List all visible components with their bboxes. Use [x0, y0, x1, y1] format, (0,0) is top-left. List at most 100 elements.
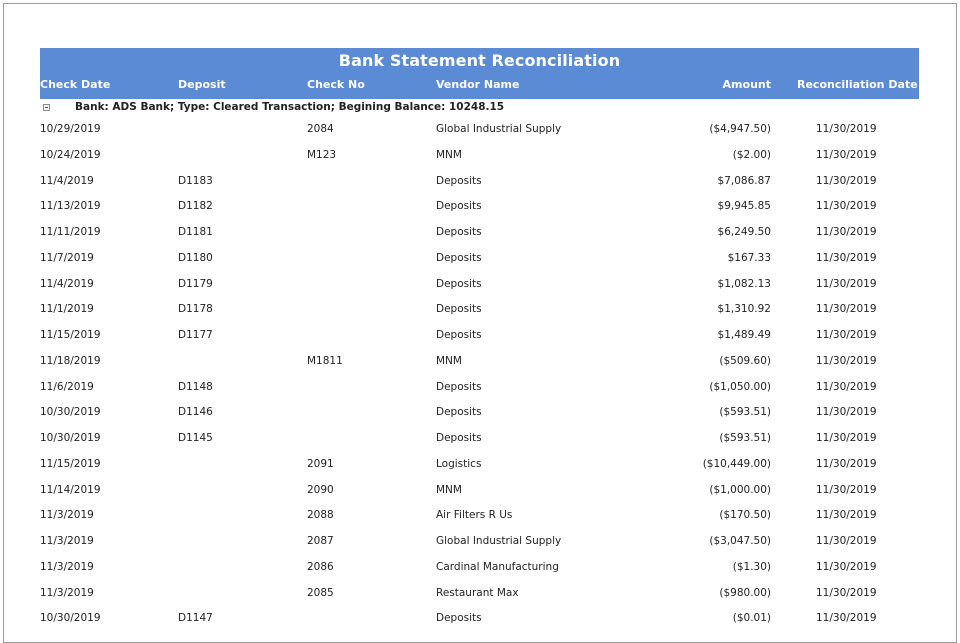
cell-amount: ($593.51): [719, 406, 771, 419]
cell-check-date: 11/1/2019: [40, 303, 94, 316]
table-row: 11/3/2019 2088 Air Filters R Us ($170.50) 11…: [40, 503, 919, 529]
cell-check-date: 11/15/2019: [40, 457, 101, 470]
cell-vendor-name: Global Industrial Supply: [436, 123, 562, 135]
cell-check-date: 10/29/2019: [40, 123, 101, 135]
cell-deposit: D1179: [178, 277, 213, 290]
cell-deposit: D1182: [178, 200, 213, 213]
cell-check-date: 10/30/2019: [40, 612, 101, 625]
cell-vendor-name: Global Industrial Supply: [436, 535, 562, 547]
table-row: 11/4/2019 D1183 Deposits $7,086.87 11/30/201…: [40, 169, 919, 195]
collapse-toggle-icon[interactable]: [43, 104, 50, 111]
report-page: Bank Statement Reconciliation Check Date…: [3, 3, 957, 643]
table-row: 11/3/2019 2086 Cardinal Manufacturing ($1.3…: [40, 555, 919, 581]
cell-reconciliation-date: 11/30/2019: [816, 148, 877, 161]
report-header: Bank Statement Reconciliation Check Date…: [40, 48, 919, 99]
column-header-deposit: Deposit: [178, 78, 226, 91]
column-header-vendor-name: Vendor Name: [436, 78, 520, 91]
cell-reconciliation-date: 11/30/2019: [816, 226, 877, 238]
table-row: 11/15/2019 D1177 Deposits $1,489.49 11/30/20…: [40, 323, 919, 349]
cell-amount: ($1,050.00): [709, 380, 771, 393]
cell-vendor-name: Restaurant Max: [436, 586, 519, 599]
cell-check-no: 2087: [307, 535, 334, 547]
cell-vendor-name: MNM: [436, 354, 462, 367]
cell-reconciliation-date: 11/30/2019: [816, 586, 877, 599]
cell-check-date: 11/6/2019: [40, 380, 94, 393]
cell-check-date: 11/18/2019: [40, 354, 101, 367]
cell-reconciliation-date: 11/30/2019: [816, 251, 877, 264]
table-row: 11/15/2019 2091 Logistics ($10,449.00) 11/30…: [40, 452, 919, 478]
cell-check-no: 2084: [307, 123, 334, 135]
table-row: 10/30/2019 D1146 Deposits ($593.51) 11/30/20…: [40, 400, 919, 426]
cell-vendor-name: Deposits: [436, 200, 482, 213]
cell-check-no: M1811: [307, 354, 343, 367]
table-row: 11/3/2019 2087 Global Industrial Supply ($3…: [40, 529, 919, 555]
cell-check-date: 11/3/2019: [40, 535, 94, 547]
cell-amount: $1,489.49: [717, 329, 771, 341]
cell-amount: $9,945.85: [717, 200, 771, 213]
cell-reconciliation-date: 11/30/2019: [816, 200, 877, 213]
cell-amount: ($593.51): [719, 432, 771, 444]
cell-check-date: 11/3/2019: [40, 586, 94, 599]
cell-reconciliation-date: 11/30/2019: [816, 123, 877, 135]
cell-deposit: D1148: [178, 380, 213, 393]
table-row: 11/7/2019 D1180 Deposits $167.33 11/30/2019: [40, 246, 919, 272]
cell-deposit: D1177: [178, 329, 213, 341]
cell-reconciliation-date: 11/30/2019: [816, 329, 877, 341]
cell-check-date: 11/13/2019: [40, 200, 101, 213]
cell-amount: ($2.00): [732, 148, 771, 161]
cell-check-date: 11/3/2019: [40, 560, 94, 573]
cell-check-no: 2088: [307, 509, 334, 522]
group-label: Bank: ADS Bank; Type: Cleared Transactio…: [75, 101, 505, 113]
cell-reconciliation-date: 11/30/2019: [816, 354, 877, 367]
table-row: 10/29/2019 2084 Global Industrial Supply ($…: [40, 117, 919, 143]
cell-deposit: D1180: [178, 251, 213, 264]
cell-amount: ($3,047.50): [709, 535, 771, 547]
cell-amount: $1,082.13: [717, 277, 771, 290]
cell-vendor-name: MNM: [436, 148, 462, 161]
cell-amount: $167.33: [727, 251, 771, 264]
cell-check-date: 11/14/2019: [40, 483, 101, 496]
table-row: 11/4/2019 D1179 Deposits $1,082.13 11/30/201…: [40, 272, 919, 298]
column-header-amount: Amount: [722, 78, 771, 91]
table-row: 11/13/2019 D1182 Deposits $9,945.85 11/30/20…: [40, 194, 919, 220]
cell-check-date: 10/30/2019: [40, 406, 101, 419]
table-row: 10/24/2019 M123 MNM ($2.00) 11/30/2019: [40, 143, 919, 169]
cell-deposit: D1146: [178, 406, 213, 419]
column-header-reconciliation-date: Reconciliation Date: [797, 78, 918, 91]
cell-vendor-name: Deposits: [436, 277, 482, 290]
cell-deposit: D1178: [178, 303, 213, 316]
cell-check-date: 11/3/2019: [40, 509, 94, 522]
cell-vendor-name: Deposits: [436, 612, 482, 625]
cell-check-no: 2090: [307, 483, 334, 496]
cell-reconciliation-date: 11/30/2019: [816, 457, 877, 470]
cell-reconciliation-date: 11/30/2019: [816, 380, 877, 393]
cell-vendor-name: Deposits: [436, 406, 482, 419]
cell-amount: ($1,000.00): [709, 483, 771, 496]
cell-reconciliation-date: 11/30/2019: [816, 535, 877, 547]
table-row: 10/30/2019 D1145 Deposits ($593.51) 11/30/20…: [40, 426, 919, 452]
cell-vendor-name: Deposits: [436, 226, 482, 238]
column-header-check-date: Check Date: [40, 78, 111, 91]
group-header: Bank: ADS Bank; Type: Cleared Transactio…: [40, 99, 919, 117]
cell-vendor-name: Deposits: [436, 380, 482, 393]
cell-check-no: 2091: [307, 457, 334, 470]
cell-check-date: 11/15/2019: [40, 329, 101, 341]
transaction-rows: 10/29/2019 2084 Global Industrial Supply ($…: [40, 117, 919, 632]
table-row: 11/6/2019 D1148 Deposits ($1,050.00) 11/30/2…: [40, 375, 919, 401]
cell-deposit: D1145: [178, 432, 213, 444]
cell-reconciliation-date: 11/30/2019: [816, 560, 877, 573]
cell-vendor-name: Deposits: [436, 251, 482, 264]
column-header-check-no: Check No: [307, 78, 365, 91]
cell-reconciliation-date: 11/30/2019: [816, 303, 877, 316]
cell-vendor-name: Deposits: [436, 303, 482, 316]
cell-vendor-name: MNM: [436, 483, 462, 496]
cell-check-date: 11/4/2019: [40, 277, 94, 290]
cell-vendor-name: Air Filters R Us: [436, 509, 513, 522]
cell-check-date: 10/24/2019: [40, 148, 101, 161]
cell-vendor-name: Cardinal Manufacturing: [436, 560, 559, 573]
cell-reconciliation-date: 11/30/2019: [816, 277, 877, 290]
cell-amount: $6,249.50: [717, 226, 771, 238]
table-row: 11/1/2019 D1178 Deposits $1,310.92 11/30/201…: [40, 297, 919, 323]
cell-reconciliation-date: 11/30/2019: [816, 612, 877, 625]
table-row: 10/30/2019 D1147 Deposits ($0.01) 11/30/2019: [40, 606, 919, 632]
